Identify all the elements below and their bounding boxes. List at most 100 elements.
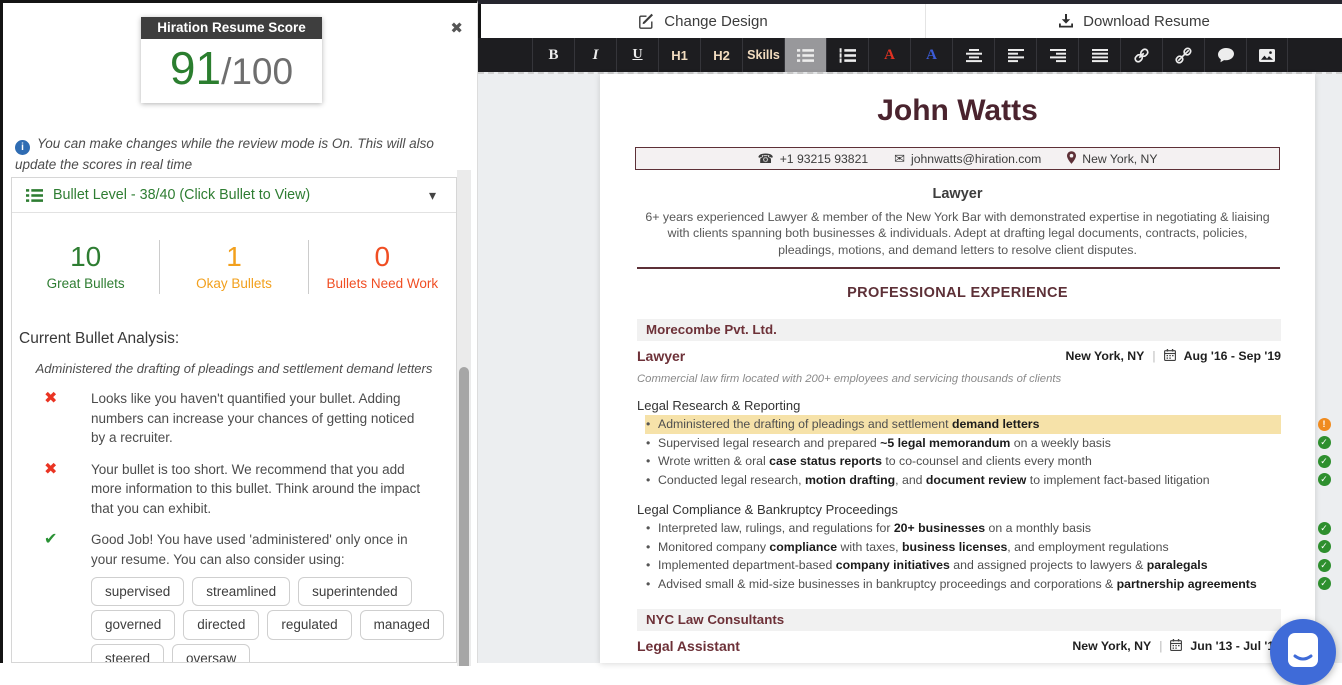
resume-bullet[interactable]: •Advised small & mid-size businesses in … <box>645 575 1281 594</box>
role-dates[interactable]: Aug '16 - Sep '19 <box>1184 349 1281 363</box>
bullet-ok-badge: ✓ <box>1318 436 1331 449</box>
underline-label: U <box>632 47 642 63</box>
download-resume-label: Download Resume <box>1083 13 1210 30</box>
toolbar-align-center-button[interactable] <box>952 38 994 72</box>
toolbar-underline-button[interactable]: U <box>616 38 658 72</box>
toolbar-align-right-button[interactable] <box>1036 38 1078 72</box>
download-resume-button[interactable]: Download Resume <box>926 4 1342 38</box>
align-center-icon <box>966 48 982 63</box>
resume-name[interactable]: John Watts <box>600 94 1315 128</box>
suggestion-chip[interactable]: governed <box>91 610 175 640</box>
suggestion-chip[interactable]: superintended <box>298 577 412 607</box>
badge-slot: ✓ <box>1316 519 1332 538</box>
resume-bullet[interactable]: •Monitored company compliance with taxes… <box>645 538 1281 557</box>
align-left-icon <box>1008 48 1024 63</box>
bullet-ok-badge: ✓ <box>1318 473 1331 486</box>
resume-bullet[interactable]: •Supervised legal research and prepared … <box>645 434 1281 453</box>
chat-launcher-button[interactable] <box>1270 619 1336 685</box>
resume-bullet[interactable]: •Implemented department-based company in… <box>645 556 1281 575</box>
suggestion-chip[interactable]: regulated <box>267 610 351 640</box>
change-design-button[interactable]: Change Design <box>478 4 926 38</box>
badge-slot: ✓ <box>1316 434 1332 453</box>
role-title[interactable]: Lawyer <box>637 348 685 364</box>
role-row: Legal Assistant New York, NY | Jun '13 -… <box>637 638 1281 654</box>
numbered-list-icon <box>839 48 856 63</box>
badge-slot: ✓ <box>1316 575 1332 594</box>
resume-bullet[interactable]: •Wrote written & oral case status report… <box>645 452 1281 471</box>
bullet-group-heading[interactable]: Legal Compliance & Bankruptcy Proceeding… <box>637 502 898 517</box>
cross-icon: ✖ <box>44 389 66 448</box>
panel-scrollbar-thumb[interactable] <box>459 367 469 666</box>
bullet-text-segment: document review <box>926 473 1026 487</box>
suggestion-chip[interactable]: streamlined <box>192 577 290 607</box>
comment-icon <box>1218 48 1234 63</box>
meta-separator: | <box>1152 349 1155 363</box>
suggestion-chip[interactable]: steered <box>91 644 164 663</box>
resume-bullet[interactable]: •Administered the drafting of pleadings … <box>645 415 1281 434</box>
bullet-text-segment: motion drafting <box>805 473 895 487</box>
toolbar-h2-button[interactable]: H2 <box>700 38 742 72</box>
toolbar-h1-button[interactable]: H1 <box>658 38 700 72</box>
calendar-icon <box>1164 349 1176 364</box>
toolbar-link-button[interactable] <box>1120 38 1162 72</box>
badge-slot: ! <box>1316 415 1332 434</box>
review-info-note: iYou can make changes while the review m… <box>15 134 470 176</box>
toolbar-font-color-red-button[interactable]: A <box>868 38 910 72</box>
suggestion-chip[interactable]: managed <box>360 610 444 640</box>
bullet-text-segment: company initiatives <box>836 558 950 572</box>
role-location[interactable]: New York, NY <box>1066 349 1145 363</box>
suggestion-chip[interactable]: supervised <box>91 577 184 607</box>
count-bullets-need-work: 0Bullets Need Work <box>309 243 456 291</box>
resume-summary[interactable]: 6+ years experienced Lawyer & member of … <box>638 209 1277 258</box>
badge-slot: ✓ <box>1316 452 1332 471</box>
toolbar-image-button[interactable] <box>1246 38 1288 72</box>
resume-job-title[interactable]: Lawyer <box>600 186 1315 202</box>
suggestion-chip[interactable]: oversaw <box>172 644 250 663</box>
toolbar-align-justify-button[interactable] <box>1078 38 1120 72</box>
meta-separator: | <box>1159 639 1162 653</box>
suggestion-chip[interactable]: directed <box>183 610 259 640</box>
bullet-text-segment: business licenses <box>902 540 1007 554</box>
bullet-level-header[interactable]: Bullet Level - 38/40 (Click Bullet to Vi… <box>12 178 456 213</box>
contact-location[interactable]: New York, NY <box>1067 151 1157 167</box>
resume-contact-bar[interactable]: ☎ +1 93215 93821 ✉ johnwatts@hiration.co… <box>635 147 1280 170</box>
toolbar-unlink-button[interactable] <box>1162 38 1204 72</box>
bullet-group-heading[interactable]: Legal Research & Reporting <box>637 398 800 413</box>
bullet-list: •Administered the drafting of pleadings … <box>645 415 1281 489</box>
chevron-down-icon[interactable]: ▾ <box>429 187 436 204</box>
role-location[interactable]: New York, NY <box>1072 639 1151 653</box>
close-icon[interactable]: ✖ <box>450 19 463 37</box>
company-band[interactable]: NYC Law Consultants <box>637 609 1281 631</box>
toolbar-align-left-button[interactable] <box>994 38 1036 72</box>
company-description[interactable]: Commercial law firm located with 200+ em… <box>637 373 1061 385</box>
toolbar-numbered-list-button[interactable] <box>826 38 868 72</box>
info-icon: i <box>15 140 30 155</box>
toolbar-bullet-list-button[interactable] <box>784 38 826 72</box>
section-divider <box>637 267 1280 269</box>
resume-bullet[interactable]: •Interpreted law, rulings, and regulatio… <box>645 519 1281 538</box>
toolbar-bold-button[interactable]: B <box>532 38 574 72</box>
bullet-list: •Interpreted law, rulings, and regulatio… <box>645 519 1281 593</box>
toolbar-italic-button[interactable]: I <box>574 38 616 72</box>
resume-bullet[interactable]: •Conducted legal research, motion drafti… <box>645 471 1281 490</box>
score-number: 91 <box>170 45 221 91</box>
resume-page[interactable]: John Watts ☎ +1 93215 93821 ✉ johnwatts@… <box>600 74 1315 663</box>
info-note-text: You can make changes while the review mo… <box>15 136 434 172</box>
count-value: 10 <box>12 243 159 271</box>
contact-phone[interactable]: ☎ +1 93215 93821 <box>757 151 868 167</box>
bullet-text-segment: and assigned projects to lawyers & <box>950 558 1147 572</box>
bullet-badge-column: ! ✓ ✓ ✓ <box>1316 415 1332 489</box>
section-heading[interactable]: PROFESSIONAL EXPERIENCE <box>600 285 1315 301</box>
toolbar-skills-button[interactable]: Skills <box>742 38 784 72</box>
suggestion-chips: supervised streamlined superintended govern… <box>91 574 456 664</box>
contact-email[interactable]: ✉ johnwatts@hiration.com <box>894 151 1041 167</box>
company-band[interactable]: Morecombe Pvt. Ltd. <box>637 319 1281 341</box>
bullet-text-segment: Administered the drafting of pleadings a… <box>658 417 952 431</box>
role-title[interactable]: Legal Assistant <box>637 638 740 654</box>
toolbar-comment-button[interactable] <box>1204 38 1246 72</box>
toolbar-font-color-blue-button[interactable]: A <box>910 38 952 72</box>
panel-scrollbar-track[interactable] <box>457 170 471 666</box>
role-dates[interactable]: Jun '13 - Jul '17 <box>1190 639 1281 653</box>
score-card: Hiration Resume Score 91 /100 <box>141 17 322 103</box>
count-value: 0 <box>309 243 456 271</box>
